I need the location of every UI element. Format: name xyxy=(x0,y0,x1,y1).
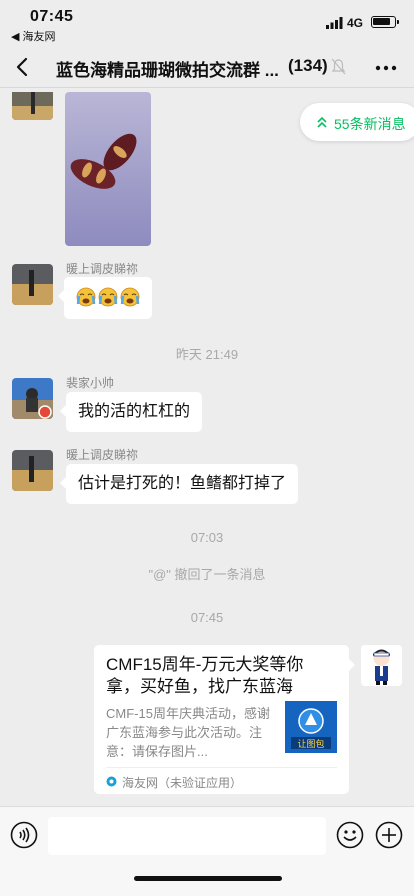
new-messages-button[interactable]: 55条新消息 xyxy=(300,103,414,141)
avatar[interactable] xyxy=(12,378,53,419)
back-to-app-link[interactable]: ◀ 海友网 xyxy=(11,28,56,44)
link-card-thumbnail: 让图包 xyxy=(285,701,337,753)
thumb-text: 让图包 xyxy=(297,738,324,750)
crying-emoji-icon xyxy=(120,287,140,312)
sender-name: 裴家小帅 xyxy=(66,376,115,390)
sender-name: 暖上调皮睇祢 xyxy=(66,448,139,462)
text-message-bubble[interactable]: 我的活的杠杠的 xyxy=(59,392,203,432)
sender-name: 暖上调皮睇祢 xyxy=(66,262,139,276)
crying-emoji-icon xyxy=(98,287,118,312)
timestamp: 07:45 xyxy=(190,610,224,625)
chat-title: 蓝色海精品珊瑚微拍交流群 ... xyxy=(56,61,279,80)
timestamp: 昨天 21:49 xyxy=(175,347,239,362)
link-card-title: CMF15周年-万元大奖等你拿，买好鱼，找广东蓝海 xyxy=(106,655,304,696)
signal-icon xyxy=(326,17,343,29)
more-actions-icon[interactable] xyxy=(375,821,403,849)
mute-bell-icon xyxy=(331,58,346,75)
avatar[interactable] xyxy=(12,92,53,120)
link-card-description: CMF-15周年庆典活动，感谢广东蓝海参与此次活动。注意：请保存图片... xyxy=(106,706,270,759)
status-bar: 07:45 ◀ 海友网 4G xyxy=(0,0,414,46)
emoji-picker-icon[interactable] xyxy=(336,821,364,849)
divider xyxy=(106,767,337,768)
double-chevron-up-icon xyxy=(317,116,327,128)
chat-image[interactable] xyxy=(65,92,151,246)
avatar[interactable] xyxy=(12,450,53,491)
emoji-message-bubble[interactable] xyxy=(58,277,152,319)
text-message-bubble[interactable]: 估计是打死的！鱼鳍都打掉了 xyxy=(59,464,299,504)
voice-input-icon[interactable] xyxy=(10,821,38,849)
crying-emoji-icon xyxy=(76,287,96,312)
avatar[interactable] xyxy=(12,264,53,305)
link-card-source: 海友网（未验证应用） xyxy=(122,776,243,790)
network-type: 4G xyxy=(347,16,364,30)
input-bar xyxy=(0,806,414,896)
new-messages-label: 55条新消息 xyxy=(334,116,406,132)
my-avatar[interactable] xyxy=(361,645,402,686)
timestamp: 07:03 xyxy=(190,530,224,545)
back-arrow-icon[interactable] xyxy=(12,56,34,78)
member-count: (134) xyxy=(288,56,328,75)
battery-icon xyxy=(371,16,399,28)
status-time: 07:45 xyxy=(30,8,74,25)
home-indicator[interactable] xyxy=(134,876,282,881)
link-card[interactable]: CMF15周年-万元大奖等你拿，买好鱼，找广东蓝海 CMF-15周年庆典活动，感… xyxy=(94,645,355,794)
message-input[interactable] xyxy=(48,817,326,855)
more-options-icon[interactable] xyxy=(374,58,398,78)
chat-header: 蓝色海精品珊瑚微拍交流群 ... (134) xyxy=(0,46,414,88)
recall-notice: "@" 撤回了一条消息 xyxy=(148,567,266,582)
app-source-icon xyxy=(106,776,117,787)
